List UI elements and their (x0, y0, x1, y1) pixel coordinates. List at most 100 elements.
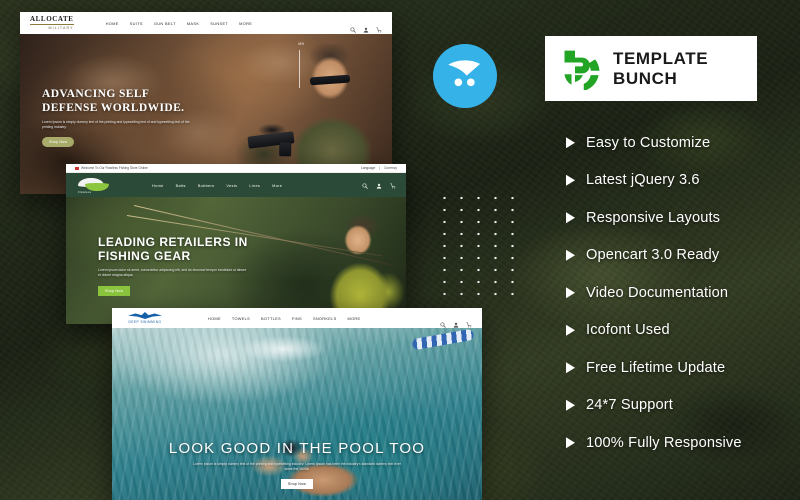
fishing-logo[interactable]: Flawless (76, 177, 110, 194)
arrow-right-icon (566, 249, 575, 261)
military-nav-item-3[interactable]: MASK (187, 21, 199, 26)
feature-item: Easy to Customize (566, 124, 796, 162)
swimming-logo[interactable]: DEEP SWIMMING (122, 312, 168, 324)
fishing-nav-item-0[interactable]: Home (152, 183, 164, 188)
feature-item: Video Documentation (566, 274, 796, 312)
feature-label: Opencart 3.0 Ready (586, 247, 720, 264)
arrow-right-icon (566, 399, 575, 411)
military-brand-name: ALLOCATE (30, 15, 74, 25)
splash-effect (223, 332, 343, 366)
fishing-topbar-right: Language | Currency (361, 166, 397, 170)
feature-list: Easy to Customize Latest jQuery 3.6 Resp… (566, 124, 796, 462)
arrow-right-icon (566, 174, 575, 186)
cart-icon[interactable] (376, 20, 382, 33)
swimming-brand-name: DEEP SWIMMING (128, 320, 162, 324)
fishing-nav: Home Baits Bobbers Vests Lines More (152, 183, 282, 188)
fishing-hero-subtitle: Lorem ipsum dolor sit amet, consectetur … (98, 268, 247, 278)
feature-item: Icofont Used (566, 312, 796, 350)
swimming-shop-now-button[interactable]: Shop Now (280, 479, 314, 489)
fishing-currency-selector[interactable]: Currency (384, 166, 397, 170)
feature-label: Video Documentation (586, 284, 729, 301)
military-hero-title-line1: ADVANCING SELF (42, 88, 150, 100)
arrow-right-icon (566, 287, 575, 299)
fishing-nav-item-5[interactable]: More (272, 183, 282, 188)
military-header: ALLOCATE MILITARY HOME SUITS GUN BELT MA… (20, 12, 392, 34)
mockup-deep-swimming: DEEP SWIMMING HOME TOWELS BOTTLES FINS S… (112, 308, 482, 500)
military-nav-item-0[interactable]: HOME (106, 21, 119, 26)
fishing-hero-copy: LEADING RETAILERS IN FISHING GEAR Lorem … (98, 235, 248, 297)
military-nav-item-5[interactable]: MORE (239, 21, 252, 26)
feature-item: Opencart 3.0 Ready (566, 237, 796, 275)
military-nav-item-1[interactable]: SUITS (130, 21, 143, 26)
fishing-brand-name: Flawless (78, 190, 92, 194)
fishing-hero: LEADING RETAILERS IN FISHING GEAR Lorem … (66, 197, 406, 324)
cart-icon[interactable] (466, 315, 472, 328)
user-icon[interactable] (453, 315, 459, 328)
swimming-hero: LOOK GOOD IN THE POOL TOO Lorem Ipsum is… (112, 328, 482, 500)
fishing-nav-item-3[interactable]: Vests (226, 183, 237, 188)
feature-label: 100% Fully Responsive (586, 434, 742, 451)
callout-line (299, 50, 300, 88)
feature-label: 24*7 Support (586, 397, 673, 414)
swimming-nav-item-3[interactable]: FINS (292, 316, 302, 321)
arrow-right-icon (566, 137, 575, 149)
swimming-nav-item-2[interactable]: BOTTLES (261, 316, 281, 321)
fishing-hero-title-line1: LEADING RETAILERS IN (98, 235, 248, 249)
opencart-cart-icon (445, 57, 485, 96)
fishing-nav-item-2[interactable]: Bobbers (198, 183, 215, 188)
fishing-nav-item-1[interactable]: Baits (176, 183, 186, 188)
opencart-badge (433, 44, 497, 108)
flag-icon (75, 166, 79, 170)
swimming-hero-title: LOOK GOOD IN THE POOL TOO (168, 440, 426, 458)
fishing-nav-item-4[interactable]: Lines (249, 183, 260, 188)
feature-label: Free Lifetime Update (586, 359, 726, 376)
fishing-navbar: Flawless Home Baits Bobbers Vests Lines … (66, 173, 406, 197)
template-bunch-logo-icon (561, 48, 603, 91)
feature-item: Responsive Layouts (566, 199, 796, 237)
fishing-shop-now-button[interactable]: Shop Now (98, 285, 131, 296)
military-header-icons (350, 20, 382, 33)
search-icon[interactable] (362, 176, 368, 194)
fishing-welcome-message: Welcome To Our Flawless Fishing Store On… (75, 166, 148, 170)
swimming-hero-subtitle: Lorem Ipsum is simply dummy text of the … (193, 461, 401, 471)
user-icon[interactable] (376, 176, 382, 194)
swimming-nav-item-4[interactable]: SNORKELS (313, 316, 337, 321)
military-shop-now-button[interactable]: Shop Now (42, 137, 75, 148)
military-brand-tagline: MILITARY (48, 26, 74, 30)
user-icon[interactable] (363, 20, 369, 33)
search-icon[interactable] (350, 20, 356, 33)
feature-label: Latest jQuery 3.6 (586, 172, 700, 189)
feature-label: Easy to Customize (586, 134, 711, 151)
mockup-flawless-fishing: Welcome To Our Flawless Fishing Store On… (66, 164, 406, 324)
fishing-topbar: Welcome To Our Flawless Fishing Store On… (66, 164, 406, 173)
swimming-header-icons (440, 315, 472, 328)
swimming-nav-item-5[interactable]: MORE (348, 316, 361, 321)
swimming-hero-copy: LOOK GOOD IN THE POOL TOO Lorem Ipsum is… (112, 440, 482, 490)
swimming-nav-item-0[interactable]: HOME (208, 316, 221, 321)
military-hero-subtitle: Lorem Ipsum is simply dummy text of the … (42, 120, 190, 130)
swimming-nav-item-1[interactable]: TOWELS (232, 316, 250, 321)
military-logo[interactable]: ALLOCATE MILITARY (30, 16, 74, 30)
topbar-divider: | (379, 166, 381, 170)
wing-emblem-icon (128, 312, 162, 319)
military-nav-item-4[interactable]: SUNSET (210, 21, 228, 26)
military-nav-item-2[interactable]: GUN BELT (154, 21, 176, 26)
fishing-language-selector[interactable]: Language (361, 166, 375, 170)
arrow-right-icon (566, 437, 575, 449)
template-bunch-logo-card: TEMPLATE BUNCH (545, 36, 757, 101)
cart-icon[interactable] (390, 176, 396, 194)
feature-item: Free Lifetime Update (566, 349, 796, 387)
arrow-right-icon (566, 324, 575, 336)
military-hero-copy: ADVANCING SELF DEFENSE WORLDWIDE. Lorem … (42, 88, 192, 148)
dot-grid-decoration (436, 192, 518, 296)
arrow-right-icon (566, 362, 575, 374)
search-icon[interactable] (440, 315, 446, 328)
fishing-welcome-text: Welcome To Our Flawless Fishing Store On… (81, 166, 148, 170)
feature-label: Icofont Used (586, 322, 670, 339)
arrow-right-icon (566, 212, 575, 224)
feature-item: 24*7 Support (566, 387, 796, 425)
fishing-hero-title-line2: FISHING GEAR (98, 249, 191, 264)
template-bunch-title: TEMPLATE BUNCH (613, 48, 709, 88)
callout-label: M9 (298, 42, 304, 46)
promo-panel: TEMPLATE BUNCH Easy to Customize Latest … (544, 0, 800, 500)
